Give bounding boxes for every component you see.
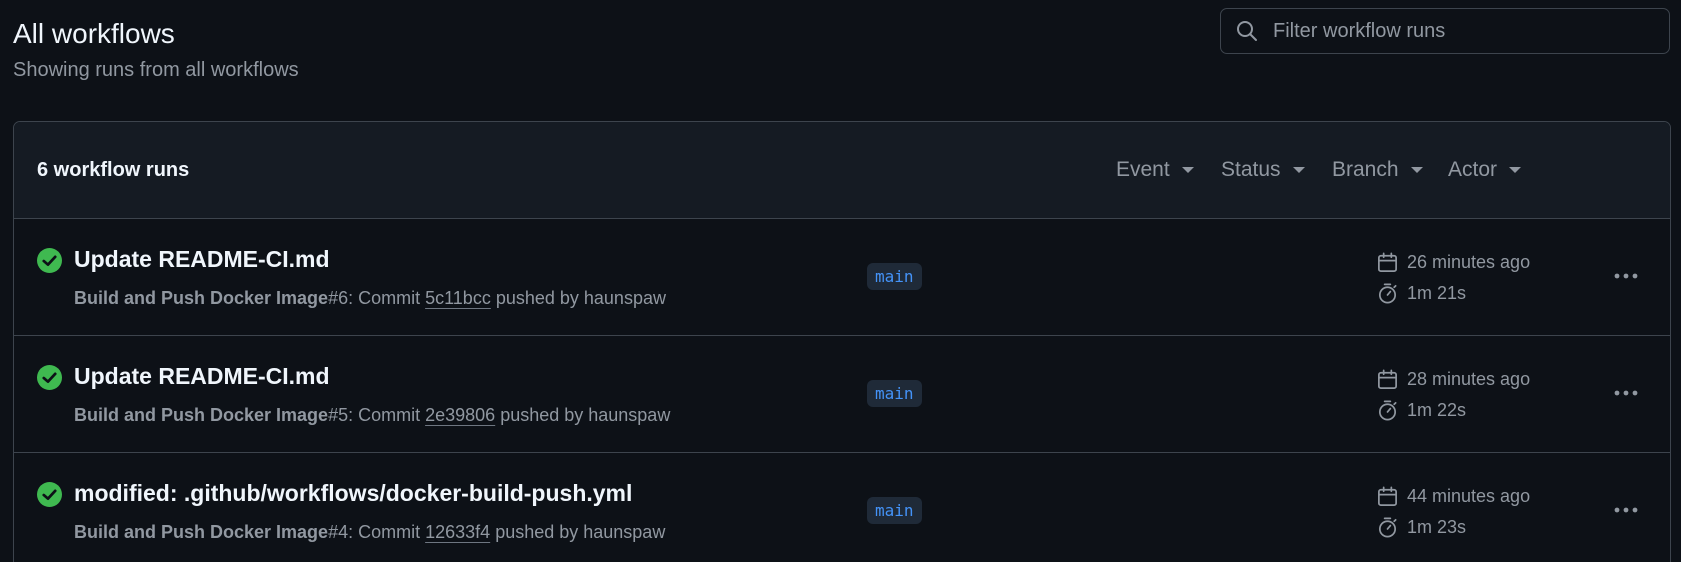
commit-sha-link[interactable]: 5c11bcc xyxy=(425,288,491,308)
pushed-by-text: pushed by haunspaw xyxy=(490,288,666,308)
duration-text: 1m 22s xyxy=(1407,400,1467,420)
stopwatch-icon xyxy=(1378,283,1397,304)
commit-sha-link[interactable]: 2e39806 xyxy=(425,405,495,425)
duration-text: 1m 21s xyxy=(1407,283,1467,303)
run-title-link[interactable]: modified: .github/workflows/docker-build… xyxy=(74,480,632,507)
branch-tag[interactable]: main xyxy=(867,263,922,290)
run-meta: Build and Push Docker Image#6: Commit 5c… xyxy=(74,288,666,309)
runs-list-header: 6 workflow runs Event Status Branch Acto… xyxy=(14,122,1670,219)
event-filter-button[interactable]: Event xyxy=(1116,158,1194,182)
workflow-runs-list: 6 workflow runs Event Status Branch Acto… xyxy=(13,121,1671,562)
run-actions-menu-button[interactable] xyxy=(1606,378,1646,408)
filter-runs-input[interactable] xyxy=(1273,19,1653,43)
run-duration: 1m 23s xyxy=(1376,516,1466,539)
chevron-down-icon xyxy=(1410,167,1423,173)
commit-prefix: : Commit xyxy=(348,288,426,308)
kebab-horizontal-icon xyxy=(1614,507,1638,513)
run-time-ago: 26 minutes ago xyxy=(1376,251,1530,274)
commit-sha-link[interactable]: 12633f4 xyxy=(425,522,490,542)
pushed-by-text: pushed by haunspaw xyxy=(490,522,666,542)
workflow-run-row[interactable]: Update README-CI.md Build and Push Docke… xyxy=(14,219,1670,336)
branch-filter-label: Branch xyxy=(1332,158,1399,181)
run-title-link[interactable]: Update README-CI.md xyxy=(74,246,330,273)
run-title-link[interactable]: Update README-CI.md xyxy=(74,363,330,390)
filter-runs-search[interactable] xyxy=(1220,8,1670,54)
calendar-icon xyxy=(1378,369,1397,389)
run-number: #5 xyxy=(328,405,349,425)
workflows-page: All workflows Showing runs from all work… xyxy=(0,0,1681,562)
stopwatch-icon xyxy=(1378,517,1397,538)
run-actions-menu-button[interactable] xyxy=(1606,495,1646,525)
calendar-icon xyxy=(1378,252,1397,272)
run-duration: 1m 21s xyxy=(1376,282,1466,305)
time-ago-text: 44 minutes ago xyxy=(1407,486,1531,506)
calendar-icon xyxy=(1378,486,1397,506)
actor-filter-button[interactable]: Actor xyxy=(1448,158,1522,182)
success-check-icon xyxy=(37,365,62,390)
success-check-icon xyxy=(37,248,62,273)
time-ago-text: 26 minutes ago xyxy=(1407,252,1531,272)
duration-text: 1m 23s xyxy=(1407,517,1467,537)
commit-prefix: : Commit xyxy=(348,405,426,425)
workflow-name: Build and Push Docker Image xyxy=(74,522,329,542)
time-ago-text: 28 minutes ago xyxy=(1407,369,1531,389)
search-icon xyxy=(1237,21,1257,41)
actor-filter-label: Actor xyxy=(1448,158,1498,181)
workflow-run-row[interactable]: modified: .github/workflows/docker-build… xyxy=(14,453,1670,562)
run-time-ago: 28 minutes ago xyxy=(1376,368,1530,391)
run-duration: 1m 22s xyxy=(1376,399,1466,422)
run-actions-menu-button[interactable] xyxy=(1606,261,1646,291)
run-number: #6 xyxy=(328,288,349,308)
workflow-run-row[interactable]: Update README-CI.md Build and Push Docke… xyxy=(14,336,1670,453)
chevron-down-icon xyxy=(1509,167,1522,173)
workflow-name: Build and Push Docker Image xyxy=(74,405,329,425)
branch-filter-button[interactable]: Branch xyxy=(1332,158,1423,182)
kebab-horizontal-icon xyxy=(1614,273,1638,279)
pushed-by-text: pushed by haunspaw xyxy=(495,405,671,425)
workflow-name: Build and Push Docker Image xyxy=(74,288,329,308)
run-meta: Build and Push Docker Image#4: Commit 12… xyxy=(74,522,665,543)
event-filter-label: Event xyxy=(1116,158,1170,181)
page-subtitle: Showing runs from all workflows xyxy=(13,59,299,81)
stopwatch-icon xyxy=(1378,400,1397,421)
success-check-icon xyxy=(37,482,62,507)
run-meta: Build and Push Docker Image#5: Commit 2e… xyxy=(74,405,670,426)
branch-tag[interactable]: main xyxy=(867,380,922,407)
runs-count: 6 workflow runs xyxy=(37,159,190,181)
chevron-down-icon xyxy=(1181,167,1194,173)
status-filter-label: Status xyxy=(1221,158,1281,181)
chevron-down-icon xyxy=(1292,167,1305,173)
status-filter-button[interactable]: Status xyxy=(1221,158,1305,182)
kebab-horizontal-icon xyxy=(1614,390,1638,396)
page-title: All workflows xyxy=(13,18,175,49)
branch-tag[interactable]: main xyxy=(867,497,922,524)
run-number: #4 xyxy=(328,522,349,542)
commit-prefix: : Commit xyxy=(348,522,426,542)
run-time-ago: 44 minutes ago xyxy=(1376,485,1530,508)
